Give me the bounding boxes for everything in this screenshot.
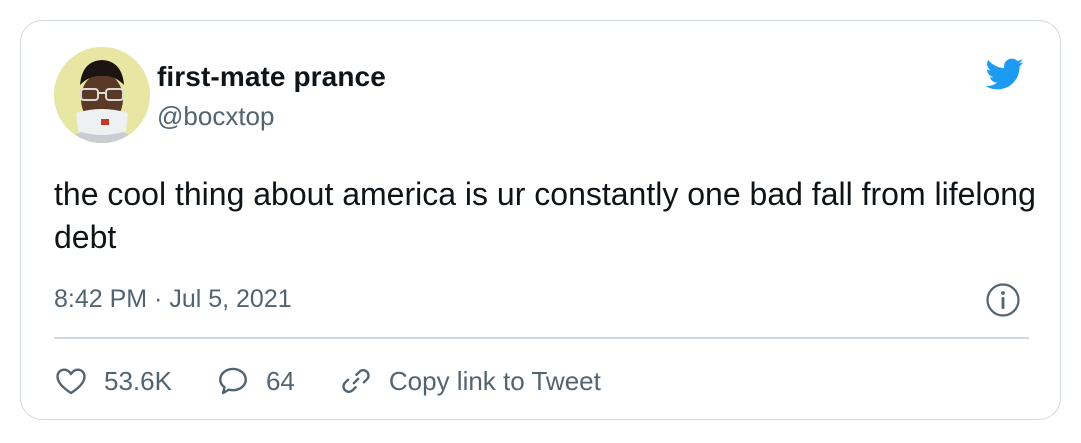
user-handle[interactable]: @bocxtop bbox=[157, 101, 274, 132]
avatar[interactable] bbox=[54, 47, 150, 143]
reply-button[interactable]: 64 bbox=[216, 364, 295, 398]
display-name[interactable]: first-mate prance bbox=[157, 61, 386, 93]
like-button[interactable]: 53.6K bbox=[54, 364, 172, 398]
action-bar: 53.6K 64 Copy link to Tweet bbox=[54, 361, 645, 401]
reply-count: 64 bbox=[265, 365, 295, 396]
tweet-timestamp[interactable]: 8:42 PM · Jul 5, 2021 bbox=[54, 285, 292, 314]
avatar-photo bbox=[54, 47, 150, 143]
twitter-bird-icon[interactable] bbox=[979, 54, 1029, 94]
tweet-text: the cool thing about america is ur const… bbox=[54, 176, 1036, 255]
like-count: 53.6K bbox=[104, 365, 172, 396]
tweet-card: first-mate prance @bocxtop the cool thin… bbox=[20, 20, 1061, 420]
info-icon[interactable] bbox=[985, 282, 1021, 318]
heart-icon bbox=[56, 368, 86, 395]
divider bbox=[54, 337, 1029, 339]
speech-bubble-icon bbox=[218, 367, 247, 395]
link-icon bbox=[342, 368, 370, 394]
copy-link-button[interactable]: Copy link to Tweet bbox=[339, 364, 601, 398]
copy-link-label: Copy link to Tweet bbox=[388, 365, 601, 396]
